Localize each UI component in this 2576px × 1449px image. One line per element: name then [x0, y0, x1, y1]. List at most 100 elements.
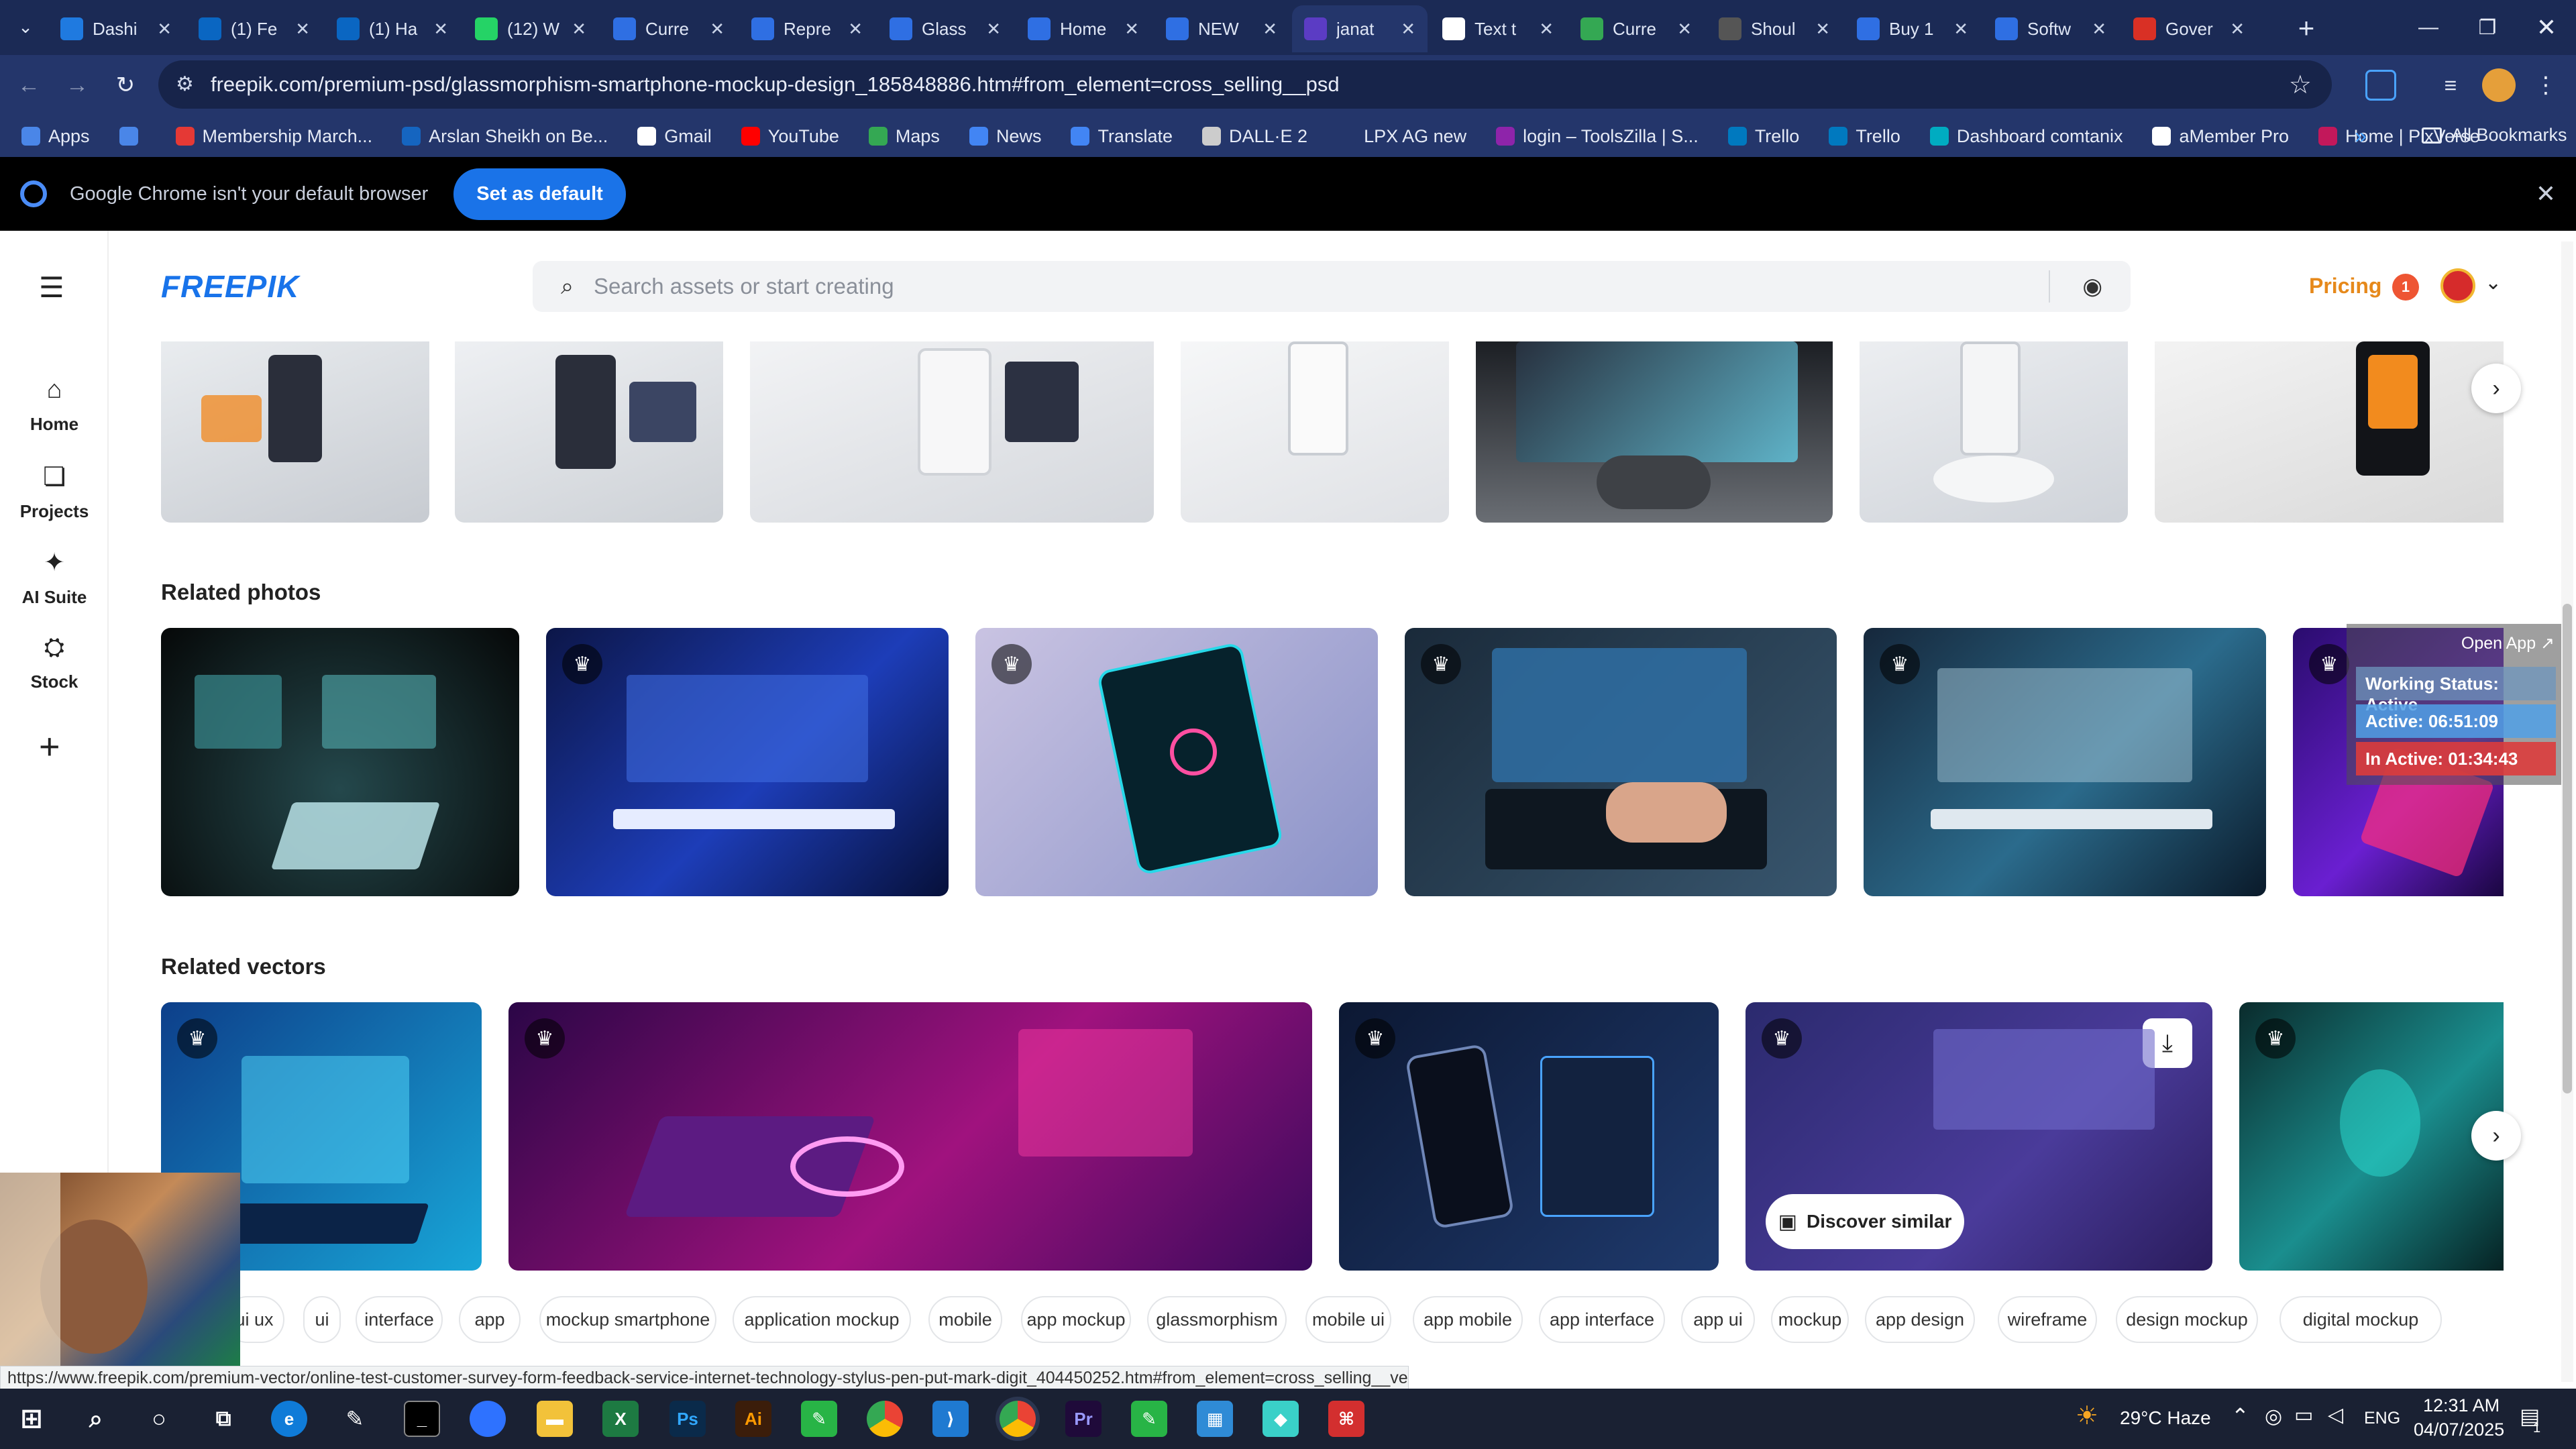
browser-tab[interactable]: (1) Ha ✕ [325, 5, 460, 52]
freepik-logo[interactable]: FREEPIK [161, 268, 299, 305]
green-app-2-icon[interactable]: ✎ [1131, 1401, 1167, 1437]
tab-close-icon[interactable]: ✕ [1401, 19, 1415, 40]
calculator-icon[interactable]: ▦ [1197, 1401, 1233, 1437]
bookmark-item[interactable]: Translate [1071, 126, 1173, 147]
tab-close-icon[interactable]: ✕ [1539, 19, 1554, 40]
bookmark-item[interactable]: News [969, 126, 1041, 147]
add-icon[interactable]: + [39, 726, 60, 767]
nav-ai-suite[interactable]: ✦ AI Suite [0, 547, 109, 608]
profile-avatar[interactable] [2482, 68, 2516, 102]
tab-close-icon[interactable]: ✕ [1815, 19, 1830, 40]
vscode-icon[interactable]: ⟩ [932, 1401, 969, 1437]
terminal-icon[interactable]: _ [404, 1401, 440, 1437]
media-controls-icon[interactable]: ≡ [2435, 70, 2466, 101]
browser-tab[interactable]: Softw ✕ [1983, 5, 2118, 52]
tag-chip[interactable]: wireframe [1998, 1296, 2097, 1343]
forward-button[interactable]: → [62, 70, 93, 101]
tag-chip[interactable]: app mockup [1021, 1296, 1131, 1343]
network-icon[interactable]: ▭ [2294, 1403, 2313, 1427]
bookmark-item[interactable]: LPX AG new [1337, 126, 1466, 147]
chrome-taskbar-icon[interactable] [867, 1401, 903, 1437]
clock-time[interactable]: 12:31 AM [2423, 1395, 2500, 1416]
excel-icon[interactable]: X [602, 1401, 639, 1437]
tag-chip[interactable]: design mockup [2116, 1296, 2258, 1343]
vectors-row-next-button[interactable]: › [2471, 1111, 2521, 1161]
tag-chip[interactable]: mobile [928, 1296, 1002, 1343]
mockup-thumbnail-1[interactable] [161, 341, 429, 523]
tab-close-icon[interactable]: ✕ [295, 19, 310, 40]
volume-icon[interactable]: ◁ [2328, 1403, 2343, 1427]
tab-close-icon[interactable]: ✕ [1953, 19, 1968, 40]
open-app-link[interactable]: Open App ↗ [2461, 633, 2555, 653]
pricing-link[interactable]: Pricing [2309, 274, 2381, 299]
minimize-button[interactable]: — [2399, 0, 2458, 55]
illustrator-icon[interactable]: Ai [735, 1401, 771, 1437]
browser-tab[interactable]: Text t ✕ [1430, 5, 1566, 52]
mockup-thumbnail-3[interactable] [750, 341, 1154, 523]
infobar-close-icon[interactable]: ✕ [2536, 180, 2556, 208]
tag-chip[interactable]: app design [1865, 1296, 1975, 1343]
tag-chip[interactable]: app interface [1539, 1296, 1665, 1343]
tab-close-icon[interactable]: ✕ [572, 19, 586, 40]
browser-tab[interactable]: janat ✕ [1292, 5, 1428, 52]
scrollbar-thumb[interactable] [2563, 604, 2572, 1093]
related-vector-2[interactable]: ♛ [508, 1002, 1312, 1271]
bookmark-item[interactable]: Membership March... [175, 126, 372, 147]
hamburger-menu-icon[interactable]: ☰ [39, 271, 64, 304]
browser-tab[interactable]: Glass ✕ [877, 5, 1013, 52]
bookmark-item[interactable]: YouTube [741, 126, 839, 147]
browser-tab[interactable]: Home ✕ [1016, 5, 1151, 52]
bookmark-item[interactable]: Trello [1727, 126, 1799, 147]
tag-chip[interactable]: app ui [1681, 1296, 1755, 1343]
tab-close-icon[interactable]: ✕ [2230, 19, 2245, 40]
green-app-icon[interactable]: ✎ [801, 1401, 837, 1437]
tab-close-icon[interactable]: ✕ [157, 19, 172, 40]
bookmark-item[interactable]: login – ToolsZilla | S... [1496, 126, 1699, 147]
related-photo-5[interactable]: ♛ [1864, 628, 2266, 896]
pdf-icon[interactable]: ⌘ [1328, 1401, 1364, 1437]
extensions-icon[interactable] [2365, 70, 2396, 101]
mockup-row-next-button[interactable]: › [2471, 364, 2521, 413]
reload-button[interactable]: ↻ [110, 70, 141, 101]
clock-date[interactable]: 04/07/2025 [2414, 1419, 2504, 1440]
browser-tab[interactable]: Repre ✕ [739, 5, 875, 52]
tab-close-icon[interactable]: ✕ [848, 19, 863, 40]
discover-similar-button[interactable]: ▣ Discover similar [1766, 1194, 1964, 1249]
related-vector-5[interactable]: ♛ [2239, 1002, 2504, 1271]
tag-chip[interactable]: digital mockup [2279, 1296, 2442, 1343]
tag-chip[interactable]: glassmorphism [1147, 1296, 1287, 1343]
tab-close-icon[interactable]: ✕ [710, 19, 724, 40]
tag-chip[interactable]: interface [356, 1296, 443, 1343]
close-window-button[interactable]: ✕ [2517, 0, 2576, 55]
notifications-bell-icon[interactable]: 1 [2392, 274, 2419, 301]
premiere-icon[interactable]: Pr [1065, 1401, 1102, 1437]
bookmark-item[interactable] [119, 127, 146, 146]
tab-close-icon[interactable]: ✕ [1124, 19, 1139, 40]
weather-text[interactable]: 29°C Haze [2120, 1407, 2211, 1429]
mockup-thumbnail-6[interactable] [1860, 341, 2128, 523]
tag-chip[interactable]: mockup smartphone [539, 1296, 716, 1343]
mockup-thumbnail-4[interactable] [1181, 341, 1449, 523]
file-explorer-icon[interactable]: ▬ [537, 1401, 573, 1437]
blue-app-icon[interactable] [470, 1401, 506, 1437]
nav-projects[interactable]: ❏ Projects [0, 462, 109, 522]
bookmark-item[interactable]: Gmail [637, 126, 712, 147]
tab-close-icon[interactable]: ✕ [1263, 19, 1277, 40]
language-indicator[interactable]: ENG [2364, 1409, 2400, 1428]
tab-close-icon[interactable]: ✕ [1677, 19, 1692, 40]
search-input[interactable]: Search assets or start creating [594, 274, 894, 299]
edge-icon[interactable]: e [271, 1401, 307, 1437]
nav-home[interactable]: ⌂ Home [0, 376, 109, 435]
page-scrollbar[interactable] [2561, 241, 2573, 1382]
new-tab-button[interactable]: + [2288, 9, 2325, 47]
tab-close-icon[interactable]: ✕ [2092, 19, 2106, 40]
maximize-button[interactable]: ❐ [2458, 0, 2517, 55]
chrome-menu-icon[interactable]: ⋮ [2534, 70, 2557, 101]
set-as-default-button[interactable]: Set as default [453, 168, 626, 220]
browser-tab[interactable]: Shoul ✕ [1707, 5, 1842, 52]
bookmark-item[interactable]: Trello [1829, 126, 1900, 147]
cortana-icon[interactable]: ○ [141, 1401, 177, 1437]
bookmark-item[interactable]: Apps [21, 126, 90, 147]
related-vector-3[interactable]: ♛ [1339, 1002, 1719, 1271]
tag-chip[interactable]: app mobile [1413, 1296, 1523, 1343]
